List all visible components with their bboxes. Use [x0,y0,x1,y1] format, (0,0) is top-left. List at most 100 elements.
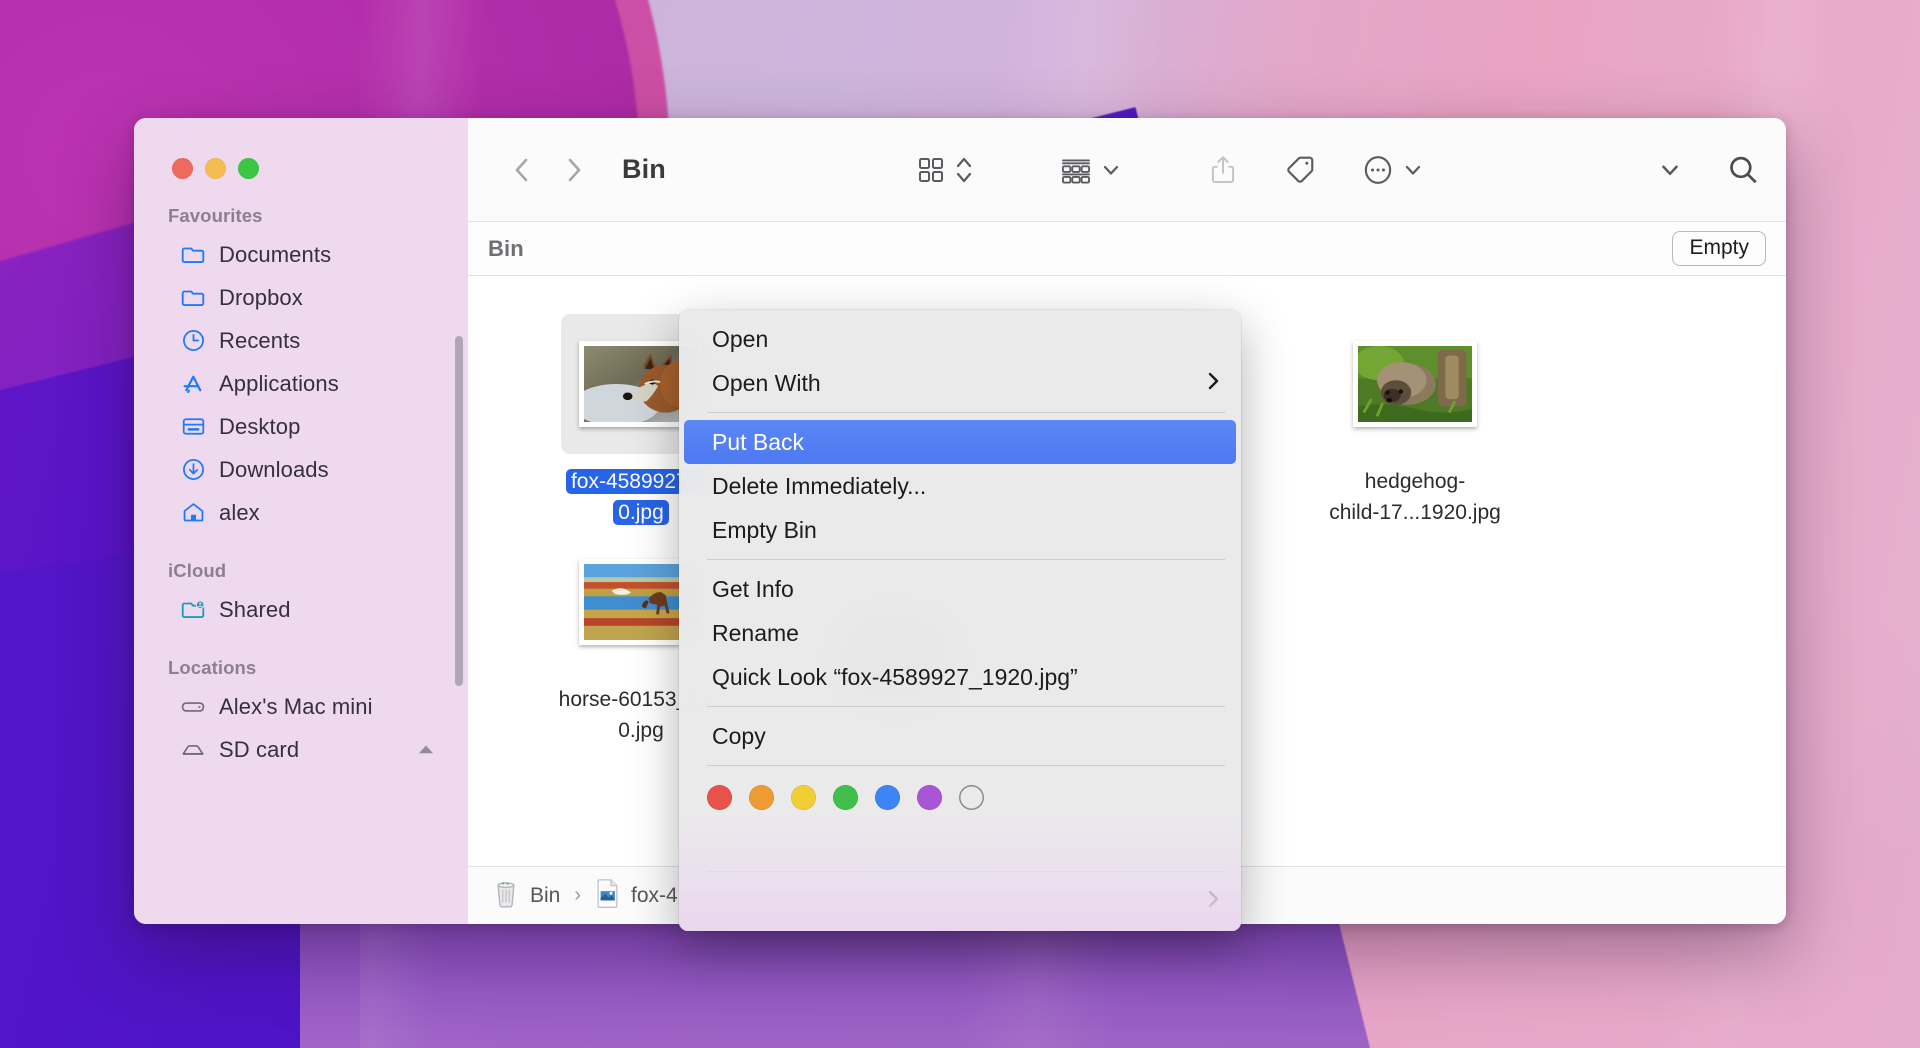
group-by-control [1060,147,1122,193]
tag-icon[interactable] [1284,147,1316,193]
tag-dot-green[interactable] [833,785,858,810]
menu-separator [707,871,1225,872]
folder-icon [180,285,206,311]
sidebar-item-label: alex [219,500,260,526]
menu-item-label: Quick Look “fox-4589927_1920.jpg” [712,664,1078,691]
context-menu-item-get-info[interactable]: Get Info [684,567,1236,611]
tag-dot-yellow[interactable] [791,785,816,810]
sidebar-section-icloud: iCloud Shared [134,560,468,631]
menu-item-label: Open With [712,370,821,397]
context-menu-item-put-back[interactable]: Put Back [684,420,1236,464]
sidebar-item-downloads[interactable]: Downloads [146,448,456,491]
sidebar-item-alex[interactable]: alex [146,491,456,534]
tag-dot-orange[interactable] [749,785,774,810]
toolbar: Bin [468,118,1786,222]
menu-item-label: Put Back [712,429,804,456]
sidebar-item-label: Dropbox [219,285,303,311]
clock-icon [180,328,206,354]
sidebar-item-recents[interactable]: Recents [146,319,456,362]
sidebar-header-locations: Locations [134,657,468,685]
menu-separator [707,559,1225,560]
trash-icon [492,878,520,913]
close-button[interactable] [172,158,193,179]
home-icon [180,500,206,526]
sidebar-item-label: SD card [219,737,299,763]
sidebar-item-desktop[interactable]: Desktop [146,405,456,448]
back-button[interactable] [496,147,548,193]
group-by-icon[interactable] [1060,147,1092,193]
sidebar-header-icloud: iCloud [134,560,468,588]
path-item-file[interactable]: fox-4 [595,878,678,913]
ellipsis-circle-icon[interactable] [1362,147,1394,193]
sidebar-item-alexs-mac-mini[interactable]: Alex's Mac mini [146,685,456,728]
context-menu-item-tags[interactable] [684,820,1236,864]
menu-item-label: Delete Immediately... [712,473,926,500]
bin-label: Bin [488,236,524,262]
shared-folder-icon [180,597,206,623]
tag-dot-red[interactable] [707,785,732,810]
sidebar-scrollbar[interactable] [455,336,463,686]
menu-item-label: Empty Bin [712,517,817,544]
forward-button[interactable] [548,147,600,193]
sidebar-item-label: Alex's Mac mini [219,694,373,720]
menu-item-label: Open [712,326,768,353]
grid-view-icon[interactable] [916,147,946,193]
app-store-icon [180,371,206,397]
file-thumbnail [1353,341,1477,427]
chevron-down-icon[interactable] [1402,147,1424,193]
tag-dot-none[interactable] [959,785,984,810]
sidebar-item-applications[interactable]: Applications [146,362,456,405]
hedgehog-photo [1358,346,1472,422]
desktop-icon [180,414,206,440]
sidebar-item-documents[interactable]: Documents [146,233,456,276]
menu-separator [707,765,1225,766]
sidebar-header-favourites: Favourites [134,205,468,233]
toolbar-overflow-chevron-down-icon[interactable] [1658,147,1682,193]
context-menu-item-services[interactable] [684,879,1236,923]
tag-dot-blue[interactable] [875,785,900,810]
sidebar-item-label: Desktop [219,414,300,440]
search-icon[interactable] [1726,147,1760,193]
share-icon[interactable] [1208,147,1238,193]
sidebar-item-shared[interactable]: Shared [146,588,456,631]
zoom-button[interactable] [238,158,259,179]
page-title: Bin [622,154,666,185]
tag-dot-purple[interactable] [917,785,942,810]
context-menu-item-empty-bin[interactable]: Empty Bin [684,508,1236,552]
chevron-up-down-icon[interactable] [954,147,974,193]
sidebar: Favourites Documents Dropbox [134,118,468,924]
sidebar-item-dropbox[interactable]: Dropbox [146,276,456,319]
minimise-button[interactable] [205,158,226,179]
file-thumb-container [1335,314,1495,454]
folder-icon [180,242,206,268]
tag-color-row [679,773,1241,820]
context-menu-item-open[interactable]: Open [684,317,1236,361]
toolbar-right-group [1658,147,1760,193]
menu-item-label: Copy [712,723,766,750]
file-item-hedgehog[interactable]: hedgehog-child-17...1920.jpg [1286,310,1544,528]
context-menu-item-rename[interactable]: Rename [684,611,1236,655]
chevron-right-icon [1206,370,1220,397]
context-menu: Open Open With Put Back Delete Immediate… [679,310,1241,931]
context-menu-item-delete-immediately[interactable]: Delete Immediately... [684,464,1236,508]
chevron-down-icon[interactable] [1100,147,1122,193]
mac-mini-icon [180,694,206,720]
bin-toolbar: Bin Empty [468,222,1786,276]
path-item-bin[interactable]: Bin [492,878,560,913]
download-icon [180,457,206,483]
context-menu-item-quick-look[interactable]: Quick Look “fox-4589927_1920.jpg” [684,655,1236,699]
sidebar-item-sd-card[interactable]: SD card [146,728,456,771]
empty-button[interactable]: Empty [1672,231,1766,266]
sidebar-item-label: Shared [219,597,291,623]
sidebar-item-label: Downloads [219,457,329,483]
sidebar-item-label: Documents [219,242,331,268]
context-menu-item-copy[interactable]: Copy [684,714,1236,758]
eject-icon[interactable] [414,738,438,762]
sidebar-item-label: Applications [219,371,339,397]
window-controls [134,118,468,179]
file-label: hedgehog-child-17...1920.jpg [1317,466,1513,528]
path-separator-icon: › [574,884,581,907]
context-menu-item-open-with[interactable]: Open With [684,361,1236,405]
view-control-group [916,147,974,193]
path-label-bin: Bin [530,884,560,908]
